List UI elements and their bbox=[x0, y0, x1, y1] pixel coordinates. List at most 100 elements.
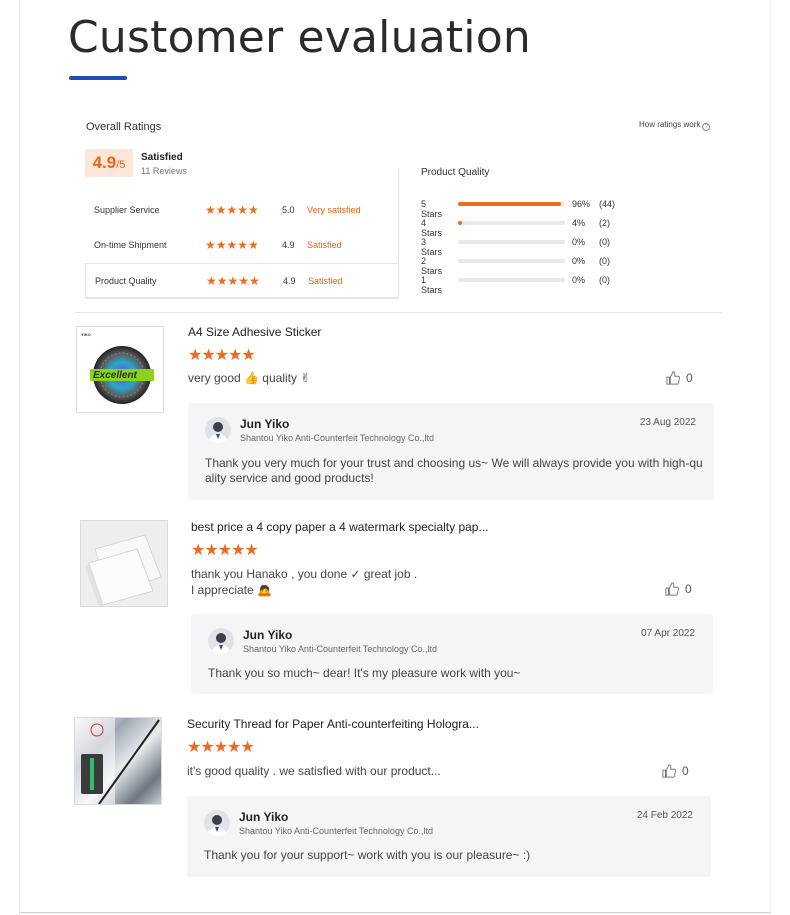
sub-rating-name: Product Quality bbox=[95, 276, 157, 286]
reply-author-name: Jun Yiko bbox=[239, 810, 289, 824]
person-icon bbox=[211, 633, 231, 654]
review-text-line: it's good quality . we satisfied with ou… bbox=[187, 764, 441, 778]
review-text: very good 👍 quality ✌ bbox=[188, 370, 310, 386]
star-rating-icon: ★★★★★ bbox=[205, 238, 259, 252]
distribution-label: 3 Stars bbox=[421, 237, 443, 257]
reply-text-line: Thank you for your support~ work with yo… bbox=[204, 848, 531, 862]
product-thumbnail[interactable]: YIKO Excellent bbox=[76, 326, 164, 413]
thumbs-up-icon[interactable] bbox=[662, 764, 676, 778]
reply-company: Shantou Yiko Anti-Counterfeit Technology… bbox=[240, 433, 434, 443]
star-rating-icon: ★★★★★ bbox=[191, 542, 259, 559]
divider bbox=[20, 912, 770, 913]
like-count: 0 bbox=[685, 582, 692, 596]
distribution-count: (2) bbox=[599, 218, 610, 228]
reply-text-line: ality service and good products! bbox=[205, 471, 374, 485]
distribution-bar bbox=[458, 278, 565, 282]
seller-reply: Jun Yiko Shantou Yiko Anti-Counterfeit T… bbox=[188, 403, 714, 500]
sub-rating-desc: Very satisfied bbox=[307, 205, 361, 215]
like-button[interactable]: 0 bbox=[665, 582, 692, 596]
person-icon bbox=[207, 815, 227, 836]
sub-rating-name: On-time Shipment bbox=[94, 240, 167, 250]
thumbs-up-icon[interactable] bbox=[666, 371, 680, 385]
overall-score-suffix: /5 bbox=[116, 159, 126, 171]
sub-rating-value: 4.9 bbox=[282, 240, 295, 250]
review-text-line: very good 👍 quality ✌ bbox=[188, 371, 311, 385]
sub-rating-name: Supplier Service bbox=[94, 205, 160, 215]
reply-date: 07 Apr 2022 bbox=[641, 628, 695, 639]
distribution-bar bbox=[458, 240, 565, 244]
product-quality-title: Product Quality bbox=[421, 167, 490, 178]
distribution-bar-fill bbox=[458, 202, 561, 206]
distribution-percent: 0% bbox=[572, 275, 586, 285]
sub-rating-value: 5.0 bbox=[282, 205, 295, 215]
page-title: Customer evaluation bbox=[68, 12, 531, 63]
review-product-title[interactable]: A4 Size Adhesive Sticker bbox=[188, 325, 321, 339]
review-product-title[interactable]: Security Thread for Paper Anti-counterfe… bbox=[187, 717, 479, 731]
reply-author-name: Jun Yiko bbox=[243, 628, 293, 642]
distribution-count: (0) bbox=[599, 256, 610, 266]
how-ratings-work-label[interactable]: How ratings work bbox=[639, 120, 700, 129]
title-underline bbox=[69, 76, 127, 80]
thumbs-up-icon[interactable] bbox=[665, 582, 679, 596]
overall-ratings-label: Overall Ratings bbox=[86, 121, 162, 133]
overall-score: 4.9 bbox=[92, 153, 117, 172]
sub-rating-value: 4.9 bbox=[283, 276, 296, 286]
sub-rating-row[interactable]: On-time Shipment ★★★★★ 4.9 Satisfied bbox=[85, 228, 399, 263]
paper-sheets-image bbox=[81, 521, 167, 606]
star-rating-icon: ★★★★★ bbox=[206, 274, 260, 288]
person-icon bbox=[208, 422, 228, 443]
sub-rating-desc: Satisfied bbox=[308, 276, 343, 286]
how-ratings-work-link[interactable]: How ratings work? bbox=[639, 120, 711, 131]
seller-reply: Jun Yiko Shantou Yiko Anti-Counterfeit T… bbox=[187, 796, 711, 877]
reply-date: 24 Feb 2022 bbox=[636, 810, 693, 821]
reply-text: Thank you for your support~ work with yo… bbox=[204, 848, 530, 863]
like-button[interactable]: 0 bbox=[662, 764, 689, 778]
sub-ratings-table: Supplier Service ★★★★★ 5.0 Very satisfie… bbox=[85, 193, 399, 298]
overall-status: Satisfied bbox=[141, 152, 183, 163]
seller-reply: Jun Yiko Shantou Yiko Anti-Counterfeit T… bbox=[191, 614, 713, 694]
star-rating-icon: ★★★★★ bbox=[188, 347, 256, 364]
distribution-count: (44) bbox=[599, 199, 616, 209]
security-thread-image bbox=[75, 718, 161, 804]
divider bbox=[85, 298, 399, 299]
distribution-label: 1 Stars bbox=[421, 275, 443, 295]
question-icon[interactable]: ? bbox=[702, 123, 711, 131]
distribution-percent: 96% bbox=[572, 199, 591, 209]
distribution-count: (0) bbox=[599, 275, 610, 285]
reply-text: Thank you so much~ dear! It's my pleasur… bbox=[208, 666, 520, 681]
reply-company: Shantou Yiko Anti-Counterfeit Technology… bbox=[243, 644, 437, 654]
review-text-line: thank you Hanako , you done ✓ great job … bbox=[191, 567, 418, 581]
like-button[interactable]: 0 bbox=[666, 371, 693, 385]
avatar bbox=[205, 417, 231, 443]
like-count: 0 bbox=[686, 371, 693, 385]
sub-rating-desc: Satisfied bbox=[307, 240, 342, 250]
distribution-bar-fill bbox=[458, 221, 462, 225]
review-product-title[interactable]: best price a 4 copy paper a 4 watermark … bbox=[191, 520, 489, 534]
sub-rating-row-selected[interactable]: Product Quality ★★★★★ 4.9 Satisfied bbox=[85, 263, 399, 298]
divider bbox=[398, 168, 399, 298]
distribution-percent: 0% bbox=[572, 237, 586, 247]
reply-text: Thank you very much for your trust and c… bbox=[205, 456, 703, 486]
sub-rating-row[interactable]: Supplier Service ★★★★★ 5.0 Very satisfie… bbox=[85, 193, 399, 228]
star-rating-icon: ★★★★★ bbox=[205, 203, 259, 217]
review-text: thank you Hanako , you done ✓ great job … bbox=[191, 566, 417, 598]
distribution-bar bbox=[458, 202, 565, 206]
star-rating-icon: ★★★★★ bbox=[187, 739, 255, 756]
product-thumbnail[interactable]: YIKO bbox=[80, 520, 168, 607]
review-text-line: I appreciate 🙇 bbox=[191, 583, 272, 597]
reply-company: Shantou Yiko Anti-Counterfeit Technology… bbox=[239, 826, 433, 836]
reply-text-line: Thank you very much for your trust and c… bbox=[205, 456, 703, 470]
overall-score-badge: 4.9/5 bbox=[85, 149, 133, 177]
distribution-label: 4 Stars bbox=[421, 218, 443, 238]
distribution-count: (0) bbox=[599, 237, 610, 247]
avatar bbox=[208, 628, 234, 654]
distribution-bar bbox=[458, 259, 565, 263]
distribution-bar bbox=[458, 221, 565, 225]
reply-date: 23 Aug 2022 bbox=[639, 417, 696, 428]
like-count: 0 bbox=[682, 764, 689, 778]
reply-text-line: Thank you so much~ dear! It's my pleasur… bbox=[208, 666, 521, 680]
divider bbox=[75, 312, 722, 313]
avatar bbox=[204, 810, 230, 836]
product-thumbnail[interactable] bbox=[74, 717, 162, 805]
distribution-label: 5 Stars bbox=[421, 199, 443, 219]
